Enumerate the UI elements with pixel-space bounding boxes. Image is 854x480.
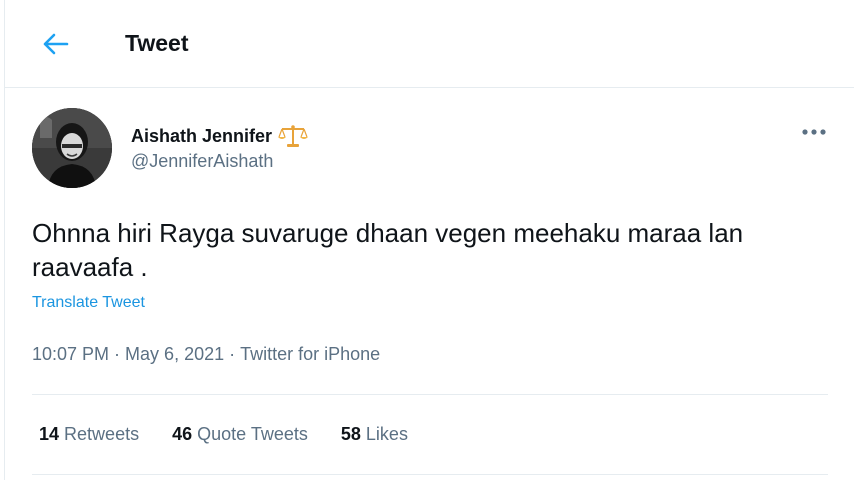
divider (32, 474, 828, 475)
retweets-stat[interactable]: 14 Retweets (39, 424, 139, 445)
quote-tweets-stat[interactable]: 46 Quote Tweets (172, 424, 308, 445)
quote-tweets-count: 46 (172, 424, 193, 444)
profile-photo (32, 108, 112, 188)
author-name[interactable]: Aishath Jennifer (131, 124, 309, 148)
tweet-time[interactable]: 10:07 PM (32, 344, 109, 364)
top-bar: Tweet (5, 0, 854, 88)
retweets-count: 14 (39, 424, 60, 444)
avatar[interactable] (32, 108, 112, 188)
meta-separator: · (229, 344, 236, 364)
divider (32, 394, 828, 395)
retweets-label: Retweets (64, 424, 140, 444)
more-options-button[interactable] (798, 120, 830, 144)
author-name-text: Aishath Jennifer (131, 125, 273, 146)
scales-emoji-icon (278, 124, 309, 148)
likes-count: 58 (340, 424, 361, 444)
tweet-date[interactable]: May 6, 2021 (125, 344, 224, 364)
page-title: Tweet (125, 30, 189, 56)
author-handle[interactable]: @JenniferAishath (131, 151, 273, 172)
tweet-meta: 10:07 PM · May 6, 2021 · Twitter for iPhone (32, 344, 380, 365)
more-dots-icon (802, 129, 826, 135)
tweet-detail-view: Tweet Aishath Jennifer @JenniferAishath … (4, 0, 854, 480)
tweet-stats: 14 Retweets 46 Quote Tweets 58 Likes (39, 424, 408, 445)
back-button[interactable] (35, 28, 75, 60)
meta-separator: · (114, 344, 121, 364)
quote-tweets-label: Quote Tweets (197, 424, 308, 444)
likes-stat[interactable]: 58 Likes (341, 424, 408, 445)
likes-label: Likes (365, 424, 408, 444)
tweet-text: Ohnna hiri Rayga suvaruge dhaan vegen me… (32, 218, 744, 282)
translate-tweet-link[interactable]: Translate Tweet (32, 294, 145, 312)
tweet-source[interactable]: Twitter for iPhone (240, 344, 380, 364)
arrow-left-icon (43, 33, 69, 55)
